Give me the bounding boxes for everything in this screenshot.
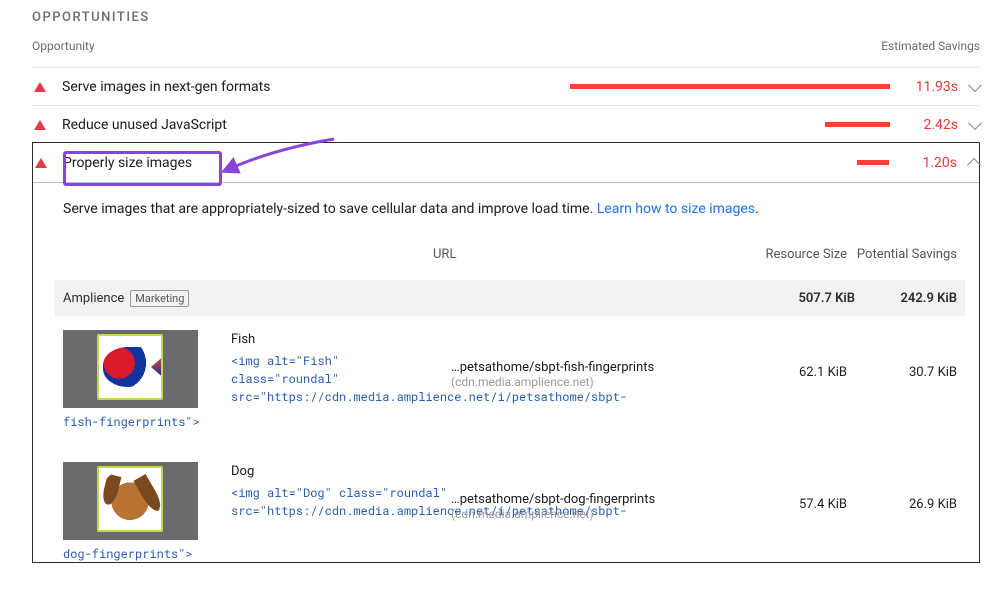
col-header-url: URL <box>63 247 473 262</box>
opportunity-details: Serve images that are appropriately-size… <box>33 183 979 562</box>
thumbnail-caption: dog-fingerprints"> <box>63 546 231 562</box>
opportunity-row[interactable]: Serve images in next-gen formats 11.93s <box>32 67 980 105</box>
fish-icon <box>103 347 157 387</box>
resource-group-row: Amplience Marketing 507.7 KiB 242.9 KiB <box>55 280 965 316</box>
opportunity-title: Properly size images <box>63 155 192 171</box>
resource-row: dog-fingerprints"> Dog <img alt="Dog" cl… <box>63 448 957 562</box>
section-title: OPPORTUNITIES <box>32 10 980 25</box>
resource-url-path: …petsathome/sbpt-fish-fingerprints <box>451 360 654 375</box>
chevron-up-icon <box>967 157 981 171</box>
resource-url-host: (cdn.media.amplience.net) <box>451 507 594 521</box>
col-header-resource-size: Resource Size <box>473 247 847 262</box>
resource-name: Dog <box>231 462 451 482</box>
table-header-row: URL Resource Size Potential Savings <box>63 239 957 280</box>
opportunity-time: 2.42s <box>908 117 958 133</box>
opportunity-description: Serve images that are appropriately-size… <box>63 201 957 217</box>
potential-savings: 26.9 KiB <box>847 462 957 562</box>
group-label: Amplience <box>63 291 124 306</box>
learn-more-link[interactable]: Learn how to size images <box>597 201 755 217</box>
resource-code-snippet: <img alt="Dog" class="roundal" src="http… <box>231 484 451 520</box>
warning-triangle-icon <box>34 82 46 92</box>
opportunity-row[interactable]: Properly size images 1.20s <box>33 143 979 183</box>
desc-text: Serve images that are appropriately-size… <box>63 201 597 217</box>
resource-size: 62.1 KiB <box>691 330 847 430</box>
col-header-potential-savings: Potential Savings <box>847 247 957 262</box>
opportunity-time: 1.20s <box>907 155 957 171</box>
resource-row: fish-fingerprints"> Fish <img alt="Fish"… <box>63 316 957 430</box>
resource-thumbnail[interactable] <box>63 462 198 540</box>
desc-suffix: . <box>755 201 759 217</box>
columns-header: Opportunity Estimated Savings <box>32 39 980 53</box>
resource-code-snippet: <img alt="Fish" class="roundal" src="htt… <box>231 352 451 406</box>
warning-triangle-icon <box>34 120 46 130</box>
chevron-down-icon <box>968 115 982 129</box>
dog-icon <box>106 477 154 521</box>
resource-url-host: (cdn.media.amplience.net) <box>451 375 594 389</box>
resource-name: Fish <box>231 330 451 350</box>
chevron-down-icon <box>968 77 982 91</box>
opportunity-time: 11.93s <box>908 79 958 95</box>
thumbnail-caption: fish-fingerprints"> <box>63 414 231 430</box>
group-potential-savings: 242.9 KiB <box>855 291 965 306</box>
resource-thumbnail[interactable] <box>63 330 198 408</box>
col-header-opportunity: Opportunity <box>32 39 881 53</box>
col-header-savings: Estimated Savings <box>881 39 980 53</box>
group-resource-size: 507.7 KiB <box>798 291 855 306</box>
resource-size: 57.4 KiB <box>691 462 847 562</box>
savings-bar <box>825 122 890 127</box>
warning-triangle-icon <box>35 158 47 168</box>
resource-url-path: …petsathome/sbpt-dog-fingerprints <box>451 492 655 507</box>
opportunity-expanded: Properly size images 1.20s Serve images … <box>32 142 980 563</box>
opportunity-title: Serve images in next-gen formats <box>62 79 270 95</box>
savings-bar <box>857 160 889 165</box>
group-tag: Marketing <box>130 290 189 307</box>
potential-savings: 30.7 KiB <box>847 330 957 430</box>
resource-table: URL Resource Size Potential Savings Ampl… <box>63 239 957 562</box>
savings-bar <box>570 84 890 89</box>
opportunity-title: Reduce unused JavaScript <box>62 117 227 133</box>
opportunity-row[interactable]: Reduce unused JavaScript 2.42s <box>32 105 980 143</box>
